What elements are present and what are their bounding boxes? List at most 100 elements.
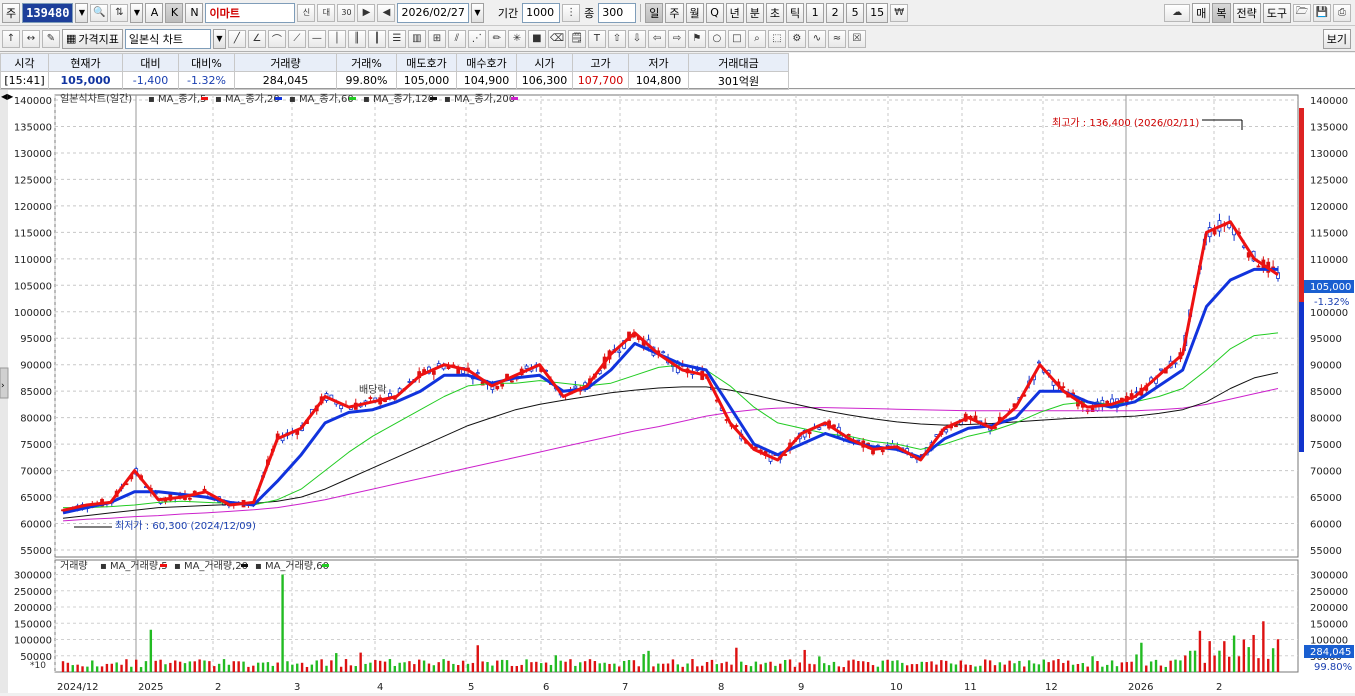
multi-button[interactable]: 복 bbox=[1212, 2, 1231, 23]
cycle-tool-icon[interactable]: ┃ bbox=[367, 29, 386, 48]
text-tool-icon[interactable]: T bbox=[587, 29, 606, 48]
split-icon[interactable]: ⋮ bbox=[562, 3, 581, 22]
parallel-tool-icon[interactable]: ║ bbox=[347, 29, 366, 48]
interval-day-button[interactable]: 일 bbox=[645, 2, 664, 23]
price-indicator-button[interactable]: ▦ 가격지표 bbox=[62, 28, 123, 49]
volume-bar bbox=[91, 660, 94, 672]
arrow-up-icon[interactable]: ↑ bbox=[2, 29, 20, 48]
candle-body bbox=[500, 383, 505, 387]
angle-tool-icon[interactable]: ∠ bbox=[247, 29, 266, 48]
view-button[interactable]: 보기 bbox=[1322, 28, 1351, 49]
interval-1-button[interactable]: 1 bbox=[806, 2, 825, 23]
folder-icon[interactable]: 🗁 bbox=[1293, 3, 1311, 22]
print-icon[interactable]: ⎙ bbox=[1333, 3, 1351, 22]
rectangle-tool-icon[interactable]: □ bbox=[727, 29, 746, 48]
credit-icon[interactable]: 신 bbox=[297, 3, 316, 22]
volume-bar bbox=[603, 662, 606, 672]
scroll-left-icon[interactable]: ◀▶ bbox=[1, 92, 14, 101]
fibo-tool-icon[interactable]: ☰ bbox=[387, 29, 406, 48]
date-dropdown[interactable]: ▼ bbox=[470, 2, 484, 23]
count-input[interactable]: 300 bbox=[598, 2, 637, 23]
volume-bar bbox=[657, 663, 660, 672]
interval-quarter-button[interactable]: Q bbox=[705, 2, 724, 23]
interval-second-button[interactable]: 초 bbox=[765, 2, 785, 23]
interval-15-button[interactable]: 15 bbox=[866, 2, 889, 23]
interval-tick-button[interactable]: 틱 bbox=[786, 2, 805, 23]
volume-bar bbox=[252, 665, 255, 672]
stock-code-dropdown[interactable]: ▼ bbox=[75, 2, 89, 23]
vline-tool-icon[interactable]: │ bbox=[327, 29, 346, 48]
play-forward-icon[interactable]: ▶ bbox=[357, 3, 376, 22]
date-input[interactable]: 2026/02/27 bbox=[397, 2, 469, 23]
period-input[interactable]: 1000 bbox=[522, 2, 561, 23]
instrument-type-button[interactable]: 주 bbox=[2, 2, 21, 23]
volume-bar bbox=[1184, 655, 1187, 672]
loan-icon[interactable]: 대 bbox=[317, 3, 336, 22]
regression-tool-icon[interactable]: ⋰ bbox=[467, 29, 486, 48]
won-icon[interactable]: ₩ bbox=[890, 3, 909, 22]
strategy-button[interactable]: 전략 bbox=[1232, 2, 1261, 23]
interval-month-button[interactable]: 월 bbox=[685, 2, 704, 23]
hline-tool-icon[interactable]: — bbox=[307, 29, 326, 48]
stock-code-input[interactable]: 139480 bbox=[22, 2, 74, 23]
chart-type-dropdown[interactable]: ▼ bbox=[212, 28, 226, 49]
fibo-time-tool-icon[interactable]: ▥ bbox=[407, 29, 426, 48]
settings-tool-icon[interactable]: ⚙ bbox=[787, 29, 806, 48]
a-button[interactable]: A bbox=[145, 2, 164, 23]
volume-bar bbox=[1135, 654, 1138, 672]
channel-tool-icon[interactable]: ⫽ bbox=[447, 29, 466, 48]
time-tick-label: 2024/12 bbox=[57, 682, 99, 693]
left-arrow-tool-icon[interactable]: ⇦ bbox=[647, 29, 666, 48]
chart-type-select[interactable]: 일본식 차트 bbox=[124, 28, 211, 49]
volume-bar bbox=[418, 659, 421, 672]
color-tool-icon[interactable]: ■ bbox=[527, 29, 546, 48]
sort-dropdown[interactable]: ▼ bbox=[130, 2, 144, 23]
gann-tool-icon[interactable]: ⊞ bbox=[427, 29, 446, 48]
right-arrow-tool-icon[interactable]: ⇨ bbox=[667, 29, 686, 48]
interval-minute-button[interactable]: 분 bbox=[745, 2, 764, 23]
price-panel[interactable] bbox=[54, 94, 1299, 558]
volume-bar bbox=[1032, 663, 1036, 672]
fan-tool-icon[interactable]: ⟋ bbox=[287, 29, 306, 48]
arc-tool-icon[interactable]: ⌒ bbox=[267, 29, 286, 48]
edit-icon[interactable]: ✎ bbox=[42, 29, 60, 48]
chart-canvas[interactable]: › ◀▶ 140000 140000 135000 135000 130000 13000… bbox=[0, 90, 1355, 693]
down-arrow-tool-icon[interactable]: ⇩ bbox=[627, 29, 646, 48]
volume-panel[interactable] bbox=[54, 559, 1299, 673]
volume-bar bbox=[744, 665, 748, 672]
quote-low: 104,800 bbox=[628, 71, 689, 90]
pencil-tool-icon[interactable]: ✏ bbox=[487, 29, 506, 48]
line-tool-icon[interactable]: ╱ bbox=[227, 29, 246, 48]
delete-tool-icon[interactable]: ☒ bbox=[847, 29, 866, 48]
play-back-icon[interactable]: ◀ bbox=[377, 3, 396, 22]
select-tool-icon[interactable]: ⬚ bbox=[767, 29, 786, 48]
single-button[interactable]: 매 bbox=[1192, 2, 1211, 23]
wave-tool-icon[interactable]: ∿ bbox=[807, 29, 826, 48]
time-tick-label: 5 bbox=[468, 682, 474, 693]
volume-bar bbox=[291, 664, 294, 672]
k-button[interactable]: K bbox=[165, 2, 184, 23]
volume-tick-label-left: 300000 bbox=[14, 571, 52, 582]
interval-5-button[interactable]: 5 bbox=[846, 2, 865, 23]
volume-bar bbox=[144, 661, 148, 672]
sort-icon[interactable]: ⇅ bbox=[110, 3, 129, 22]
flag-tool-icon[interactable]: ⚑ bbox=[687, 29, 706, 48]
circle-tool-icon[interactable]: ○ bbox=[707, 29, 726, 48]
interval-year-button[interactable]: 년 bbox=[725, 2, 744, 23]
n-button[interactable]: N bbox=[185, 2, 204, 23]
move-icon[interactable]: ↔ bbox=[22, 29, 40, 48]
save-icon[interactable]: 💾 bbox=[1313, 3, 1331, 22]
cloud-icon[interactable]: ☁ bbox=[1164, 3, 1191, 22]
note-tool-icon[interactable]: 🗒 bbox=[567, 29, 586, 48]
ratio-icon[interactable]: 30 bbox=[337, 3, 356, 22]
tools-button[interactable]: 도구 bbox=[1262, 2, 1291, 23]
wave2-tool-icon[interactable]: ≈ bbox=[827, 29, 846, 48]
magic-tool-icon[interactable]: ✳ bbox=[507, 29, 526, 48]
chart-area[interactable]: › ◀▶ 140000 140000 135000 135000 130000 13000… bbox=[0, 90, 1355, 693]
up-arrow-tool-icon[interactable]: ⇧ bbox=[607, 29, 626, 48]
zoom-tool-icon[interactable]: ⌕ bbox=[747, 29, 766, 48]
interval-week-button[interactable]: 주 bbox=[665, 2, 684, 23]
search-icon[interactable]: 🔍 bbox=[90, 3, 109, 22]
interval-2-button[interactable]: 2 bbox=[826, 2, 845, 23]
eraser-tool-icon[interactable]: ⌫ bbox=[547, 29, 566, 48]
